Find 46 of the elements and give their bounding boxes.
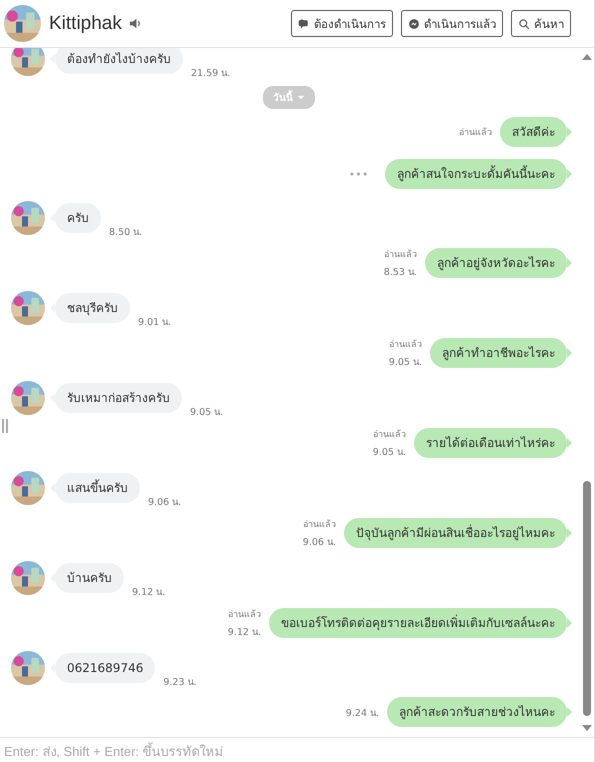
message-bubble: สวัสดีค่ะ — [500, 117, 572, 147]
scroll-up-icon[interactable] — [582, 54, 592, 60]
read-receipt: อ่านแล้ว — [373, 428, 406, 441]
message-time: 9.05 น. — [190, 406, 224, 419]
filter-button[interactable]: ดำเนินการแล้ว — [401, 10, 503, 37]
scroll-down-icon[interactable] — [582, 725, 592, 731]
contact-name: Kittiphak — [49, 12, 122, 34]
message-time: 8.53 น. — [384, 266, 417, 279]
message-time: 9.06 น. — [148, 496, 182, 509]
message-bubble: ปัจุบันลูกค้ามีผ่อนสินเชื่ออะไรอยู่ไหมคะ — [344, 518, 572, 548]
message-bubble: แสนขึ้นครับ — [50, 473, 140, 503]
message-bubble: ต้องทำยังไงบ้างครับ — [50, 48, 183, 74]
message-bubble: รายได้ต่อเดือนเท่าไหร่คะ — [414, 428, 572, 458]
message-time: 9.12 น. — [132, 586, 166, 599]
read-receipt: อ่านแล้ว — [228, 608, 261, 621]
read-receipt: อ่านแล้ว — [384, 248, 417, 261]
message-time: 8.50 น. — [109, 226, 142, 239]
scrollbar-thumb[interactable] — [583, 481, 591, 716]
message-time: 9.01 น. — [138, 316, 172, 329]
message-bubble: ลูกค้าอยู่จังหวัดอะไรคะ — [425, 248, 572, 278]
message-time: 21.59 น. — [191, 67, 230, 80]
message-time: 9.23 น. — [163, 676, 197, 689]
drag-handle-icon[interactable] — [2, 419, 8, 433]
message-time: 9.06 น. — [302, 536, 336, 549]
message-time: 9.12 น. — [228, 626, 261, 639]
message-bubble: ครับ — [50, 203, 101, 233]
read-receipt: อ่านแล้ว — [303, 518, 336, 531]
speaker-icon[interactable] — [128, 16, 143, 31]
filter-button[interactable]: ต้องดำเนินการ — [291, 10, 393, 37]
read-receipt: อ่านแล้ว — [459, 126, 492, 139]
message-bubble: บ้านครับ — [50, 563, 124, 593]
search-icon — [518, 18, 530, 30]
read-receipt: อ่านแล้ว — [389, 338, 422, 351]
more-icon[interactable] — [350, 172, 367, 176]
message-bubble: ชลบุรีครับ — [50, 293, 130, 323]
message-bubble: ขอเบอร์โทรติดต่อคุยรายละเอียดเพิ่มเติมกับเซลล์นะคะ — [269, 608, 572, 638]
search-button[interactable]: ค้นหา — [511, 10, 571, 37]
message-bubble: 0621689746 — [50, 653, 156, 683]
message-bubble: ลูกค้าสนใจกระบะดั้มคันนี้นะคะ — [385, 159, 572, 189]
message-time: 9.24 น. — [346, 706, 379, 720]
chat-bubble-icon — [298, 18, 310, 30]
message-time: 9.05 น. — [388, 356, 422, 369]
message-time: 9.05 น. — [372, 446, 406, 459]
message-bubble: รับเหมาก่อสร้างครับ — [50, 383, 182, 413]
message-bubble: ลูกค้าสะดวกรับสายช่วงไหนคะ — [387, 697, 572, 727]
message-bubble: ลูกค้าทำอาชีพอะไรคะ — [430, 338, 572, 368]
